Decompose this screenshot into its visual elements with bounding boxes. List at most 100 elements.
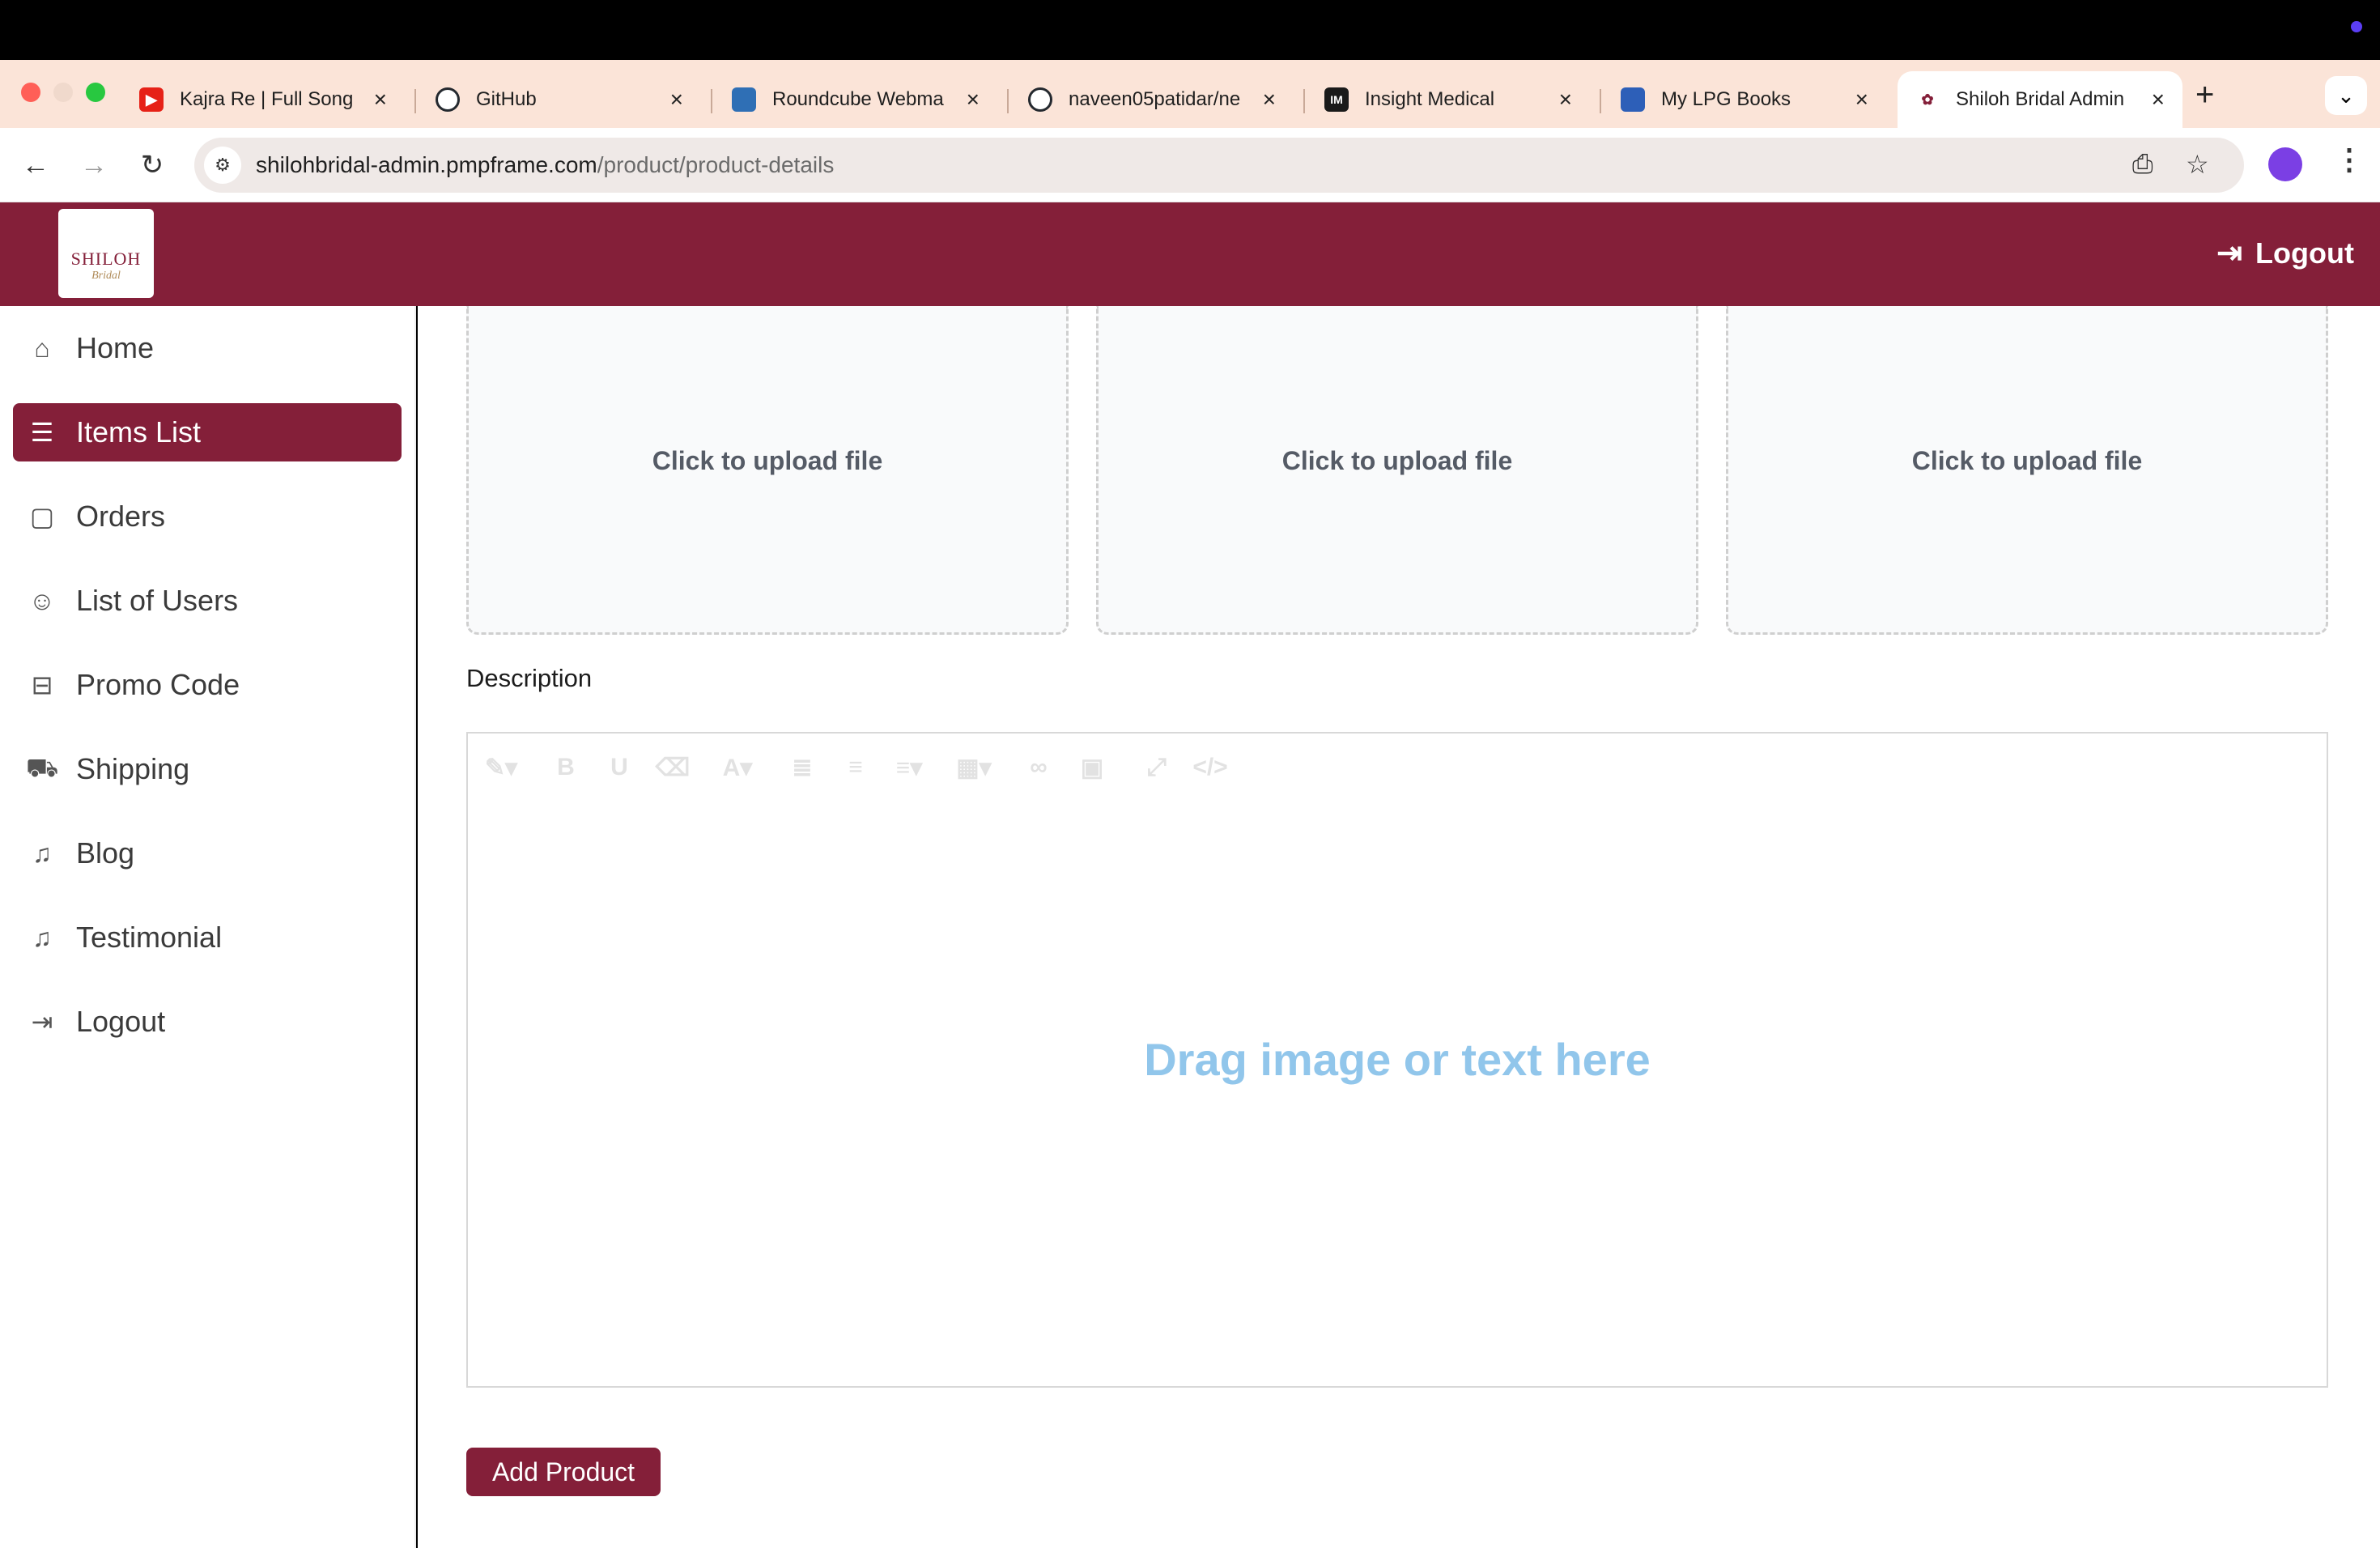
tab-separator	[1007, 89, 1009, 113]
bell-icon: ♫	[32, 922, 52, 952]
sidebar-item-label: Testimonial	[76, 921, 223, 954]
sidebar-item-shipping[interactable]: ⛟ Shipping	[13, 740, 402, 798]
site-settings-icon[interactable]: ⚙	[204, 147, 241, 184]
upload-dropzone[interactable]: Click to upload file	[466, 306, 1069, 635]
add-product-button[interactable]: Add Product	[466, 1448, 661, 1496]
browser-menu-icon[interactable]: ⋮	[2335, 142, 2364, 176]
font-color-icon[interactable]: A▾	[711, 743, 764, 792]
brand-logo[interactable]: SHILOH Bridal	[58, 209, 154, 298]
sidebar-item-label: Items List	[76, 415, 202, 449]
fullscreen-icon[interactable]: ⤢	[1130, 743, 1184, 792]
bold-icon[interactable]: B	[539, 743, 593, 792]
sidebar-item-testimonial[interactable]: ♫ Testimonial	[13, 908, 402, 967]
numbered-list-icon[interactable]: ≡	[829, 743, 882, 792]
url-path: /product/product-details	[597, 152, 835, 177]
github-icon	[436, 87, 460, 112]
tab-search-chevron-down-icon[interactable]: ⌄	[2325, 76, 2367, 115]
sidebar-item-items-list[interactable]: ☰ Items List	[13, 403, 402, 461]
rich-text-editor[interactable]: ✎▾ B U ⌫ A▾ ≣ ≡ ≡▾ ▦▾ ∞ ▣ ⤢ </> Drag ima…	[466, 732, 2328, 1388]
checklist-icon: ☰	[30, 418, 54, 447]
browser-tab[interactable]: My LPG Books ×	[1603, 71, 1886, 128]
close-tab-icon[interactable]: ×	[1263, 87, 1276, 113]
reload-icon[interactable]: ↻	[131, 144, 173, 186]
upload-dropzone[interactable]: Click to upload file	[1096, 306, 1698, 635]
magic-wand-icon[interactable]: ✎▾	[474, 743, 528, 792]
tab-title: Kajra Re | Full Song	[180, 88, 354, 110]
sidebar: ⌂ Home ☰ Items List ▢ Orders ☺ List of U…	[0, 306, 416, 1548]
sidebar-item-blog[interactable]: ♫ Blog	[13, 824, 402, 882]
table-icon[interactable]: ▦▾	[947, 743, 1001, 792]
insight-icon: IM	[1324, 87, 1349, 112]
sidebar-item-promo-code[interactable]: ⊟ Promo Code	[13, 656, 402, 714]
close-tab-icon[interactable]: ×	[1559, 87, 1572, 113]
browser-tab[interactable]: ▶ Kajra Re | Full Song ×	[121, 71, 405, 128]
browser-tab[interactable]: naveen05patidar/ne ×	[1010, 71, 1294, 128]
github-icon	[1028, 87, 1052, 112]
install-app-icon[interactable]: ⎙	[2132, 149, 2153, 180]
tab-title: naveen05patidar/ne	[1069, 88, 1241, 110]
logout-icon: ⇥	[2216, 236, 2243, 270]
sidebar-item-label: Logout	[76, 1005, 166, 1038]
align-icon[interactable]: ≡▾	[882, 743, 936, 792]
sidebar-item-home[interactable]: ⌂ Home	[13, 319, 402, 377]
tab-separator	[711, 89, 712, 113]
bullet-list-icon[interactable]: ≣	[776, 743, 829, 792]
tab-title: My LPG Books	[1661, 88, 1791, 110]
browser-tab-active[interactable]: ✿ Shiloh Bridal Admin ×	[1898, 71, 2182, 128]
tab-title: Insight Medical	[1365, 88, 1495, 110]
address-bar[interactable]: ⚙ shilohbridal-admin.pmpframe.com/produc…	[194, 138, 2244, 193]
close-window-button[interactable]	[21, 83, 40, 102]
minimize-window-button[interactable]	[53, 83, 73, 102]
browser-tab[interactable]: IM Insight Medical ×	[1307, 71, 1590, 128]
underline-icon[interactable]: U	[593, 743, 646, 792]
tab-separator	[414, 89, 416, 113]
bookmark-star-icon[interactable]: ☆	[2186, 149, 2209, 180]
sidebar-item-label: Orders	[76, 500, 166, 533]
sidebar-item-label: Home	[76, 331, 155, 364]
header-logout-label: Logout	[2255, 236, 2354, 270]
browser-tab[interactable]: Roundcube Webma ×	[714, 71, 997, 128]
forward-arrow-icon[interactable]: →	[73, 144, 115, 186]
editor-drop-hint: Drag image or text here	[1144, 1034, 1651, 1085]
new-tab-button[interactable]: +	[2195, 79, 2214, 111]
code-view-icon[interactable]: </>	[1184, 743, 1237, 792]
upload-label: Click to upload file	[1911, 446, 2143, 475]
tab-title: Shiloh Bridal Admin	[1956, 88, 2125, 110]
tab-title: GitHub	[476, 88, 537, 110]
shiloh-icon: ✿	[1915, 87, 1940, 112]
image-icon[interactable]: ▣	[1065, 743, 1119, 792]
logout-icon: ⇥	[31, 1007, 53, 1036]
lpg-icon	[1621, 87, 1645, 112]
maximize-window-button[interactable]	[86, 83, 105, 102]
truck-icon: ⛟	[26, 752, 59, 782]
close-tab-icon[interactable]: ×	[1855, 87, 1868, 113]
url-host: shilohbridal-admin.pmpframe.com	[256, 152, 597, 177]
logo-subtext: Bridal	[91, 270, 121, 282]
upload-dropzone[interactable]: Click to upload file	[1726, 306, 2328, 635]
sidebar-item-logout[interactable]: ⇥ Logout	[13, 993, 402, 1051]
sidebar-item-label: Shipping	[76, 752, 190, 785]
sidebar-item-orders[interactable]: ▢ Orders	[13, 487, 402, 546]
close-tab-icon[interactable]: ×	[670, 87, 683, 113]
bag-icon: ▢	[29, 502, 55, 531]
browser-tab[interactable]: GitHub ×	[418, 71, 701, 128]
sidebar-item-label: Promo Code	[76, 668, 240, 701]
url-text: shilohbridal-admin.pmpframe.com/product/…	[256, 152, 834, 178]
tab-title: Roundcube Webma	[772, 88, 944, 110]
close-tab-icon[interactable]: ×	[967, 87, 980, 113]
profile-avatar[interactable]	[2268, 147, 2302, 181]
bell-icon: ♫	[32, 838, 52, 868]
upload-label: Click to upload file	[1281, 446, 1513, 475]
header-logout-button[interactable]: ⇥ Logout	[2216, 235, 2354, 271]
roundcube-icon	[732, 87, 756, 112]
status-dot-icon	[2351, 21, 2362, 32]
sidebar-item-list-of-users[interactable]: ☺ List of Users	[13, 572, 402, 630]
close-tab-icon[interactable]: ×	[2152, 87, 2165, 113]
link-icon[interactable]: ∞	[1012, 743, 1065, 792]
close-tab-icon[interactable]: ×	[374, 87, 387, 113]
back-arrow-icon[interactable]: ←	[15, 144, 57, 186]
description-label: Description	[466, 664, 593, 692]
sidebar-item-label: Blog	[76, 836, 135, 870]
eraser-icon[interactable]: ⌫	[646, 743, 699, 792]
tab-separator	[1600, 89, 1601, 113]
